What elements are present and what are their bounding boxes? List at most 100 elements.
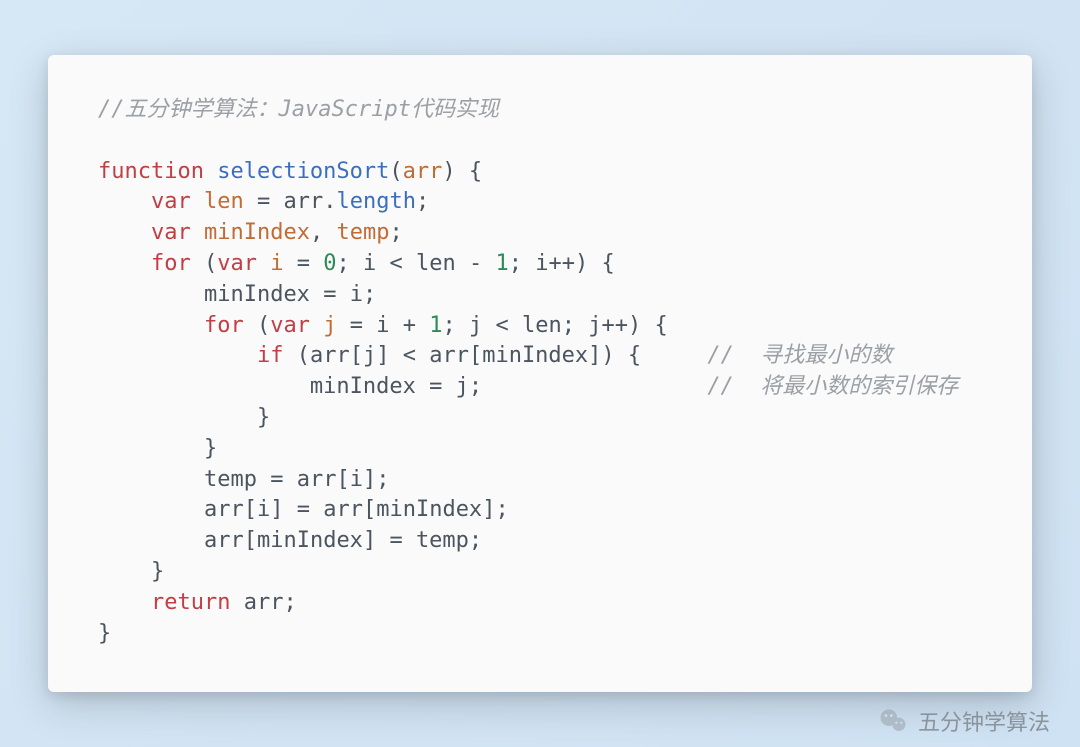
op-assign: =: [323, 282, 336, 307]
code-block: //五分钟学算法：JavaScript代码实现 function selecti…: [98, 95, 992, 649]
keyword-for: for: [151, 251, 191, 276]
brace-open: {: [654, 313, 667, 338]
brace-close: }: [151, 559, 164, 584]
bracket-close: ]: [482, 497, 495, 522]
ident-i: i: [350, 467, 363, 492]
ident-temp: temp: [204, 467, 257, 492]
param-arr: arr: [403, 159, 443, 184]
ident-i: i: [257, 497, 270, 522]
watermark: 五分钟学算法: [878, 705, 1050, 737]
ident-i: i: [270, 251, 283, 276]
op-inc: ++: [548, 251, 575, 276]
title-comment: //五分钟学算法：JavaScript代码实现: [98, 97, 499, 122]
op-assign: =: [297, 251, 310, 276]
ident-i: i: [363, 251, 376, 276]
keyword-return: return: [151, 590, 230, 615]
bracket-open: [: [336, 467, 349, 492]
op-lt: <: [389, 251, 402, 276]
paren-close: ): [628, 313, 641, 338]
ident-i: i: [535, 251, 548, 276]
ident-arr: arr: [204, 497, 244, 522]
semicolon: ;: [389, 220, 402, 245]
number-one: 1: [495, 251, 508, 276]
op-assign: =: [257, 189, 270, 214]
op-assign: =: [350, 313, 363, 338]
inline-comment-save: // 将最小数的索引保存: [707, 374, 958, 399]
ident-temp: temp: [416, 528, 469, 553]
op-plus: +: [403, 313, 416, 338]
bracket-close: ]: [376, 343, 389, 368]
ident-minIndex: minIndex: [482, 343, 588, 368]
brace-close: }: [204, 436, 217, 461]
bracket-close: ]: [363, 467, 376, 492]
ident-minIndex: minIndex: [310, 374, 416, 399]
ident-len: len: [204, 189, 244, 214]
keyword-if: if: [257, 343, 284, 368]
brace-close: }: [98, 621, 111, 646]
op-lt: <: [495, 313, 508, 338]
keyword-function: function: [98, 159, 204, 184]
watermark-text: 五分钟学算法: [918, 705, 1050, 737]
keyword-for: for: [204, 313, 244, 338]
ident-len: len: [522, 313, 562, 338]
bracket-open: [: [244, 497, 257, 522]
semicolon: ;: [562, 313, 575, 338]
brace-open: {: [601, 251, 614, 276]
ident-i: i: [376, 313, 389, 338]
ident-minIndex: minIndex: [204, 220, 310, 245]
bracket-open: [: [244, 528, 257, 553]
semicolon: ;: [469, 528, 482, 553]
ident-arr: arr: [283, 189, 323, 214]
paren-open: (: [297, 343, 310, 368]
bracket-close: ]: [363, 528, 376, 553]
paren-open: (: [389, 159, 402, 184]
op-assign: =: [270, 467, 283, 492]
semicolon: ;: [336, 251, 349, 276]
ident-arr: arr: [429, 343, 469, 368]
wechat-icon: [878, 706, 908, 736]
function-name: selectionSort: [217, 159, 389, 184]
ident-arr: arr: [323, 497, 363, 522]
bracket-open: [: [350, 343, 363, 368]
op-assign: =: [297, 497, 310, 522]
bracket-close: ]: [270, 497, 283, 522]
op-assign: =: [429, 374, 442, 399]
semicolon: ;: [416, 189, 429, 214]
op-assign: =: [389, 528, 402, 553]
semicolon: ;: [283, 590, 296, 615]
keyword-var: var: [151, 220, 191, 245]
ident-arr: arr: [244, 590, 284, 615]
ident-temp: temp: [336, 220, 389, 245]
brace-open: {: [628, 343, 641, 368]
semicolon: ;: [442, 313, 455, 338]
paren-close: ): [575, 251, 588, 276]
op-inc: ++: [601, 313, 628, 338]
semicolon: ;: [376, 467, 389, 492]
ident-arr: arr: [297, 467, 337, 492]
bracket-open: [: [469, 343, 482, 368]
ident-i: i: [350, 282, 363, 307]
semicolon: ;: [495, 497, 508, 522]
keyword-var: var: [151, 189, 191, 214]
ident-j: j: [363, 343, 376, 368]
prop-length: length: [336, 189, 415, 214]
op-lt: <: [403, 343, 416, 368]
paren-open: (: [204, 251, 217, 276]
ident-minIndex: minIndex: [204, 282, 310, 307]
paren-close: ): [442, 159, 455, 184]
brace-close: }: [257, 405, 270, 430]
ident-minIndex: minIndex: [376, 497, 482, 522]
ident-j: j: [456, 374, 469, 399]
number-zero: 0: [323, 251, 336, 276]
semicolon: ;: [363, 282, 376, 307]
ident-arr: arr: [204, 528, 244, 553]
comma: ,: [310, 220, 323, 245]
paren-open: (: [257, 313, 270, 338]
paren-close: ): [601, 343, 614, 368]
ident-minIndex: minIndex: [257, 528, 363, 553]
ident-j: j: [588, 313, 601, 338]
keyword-var: var: [270, 313, 310, 338]
ident-len: len: [416, 251, 456, 276]
code-card: //五分钟学算法：JavaScript代码实现 function selecti…: [48, 55, 1032, 692]
semicolon: ;: [469, 374, 482, 399]
